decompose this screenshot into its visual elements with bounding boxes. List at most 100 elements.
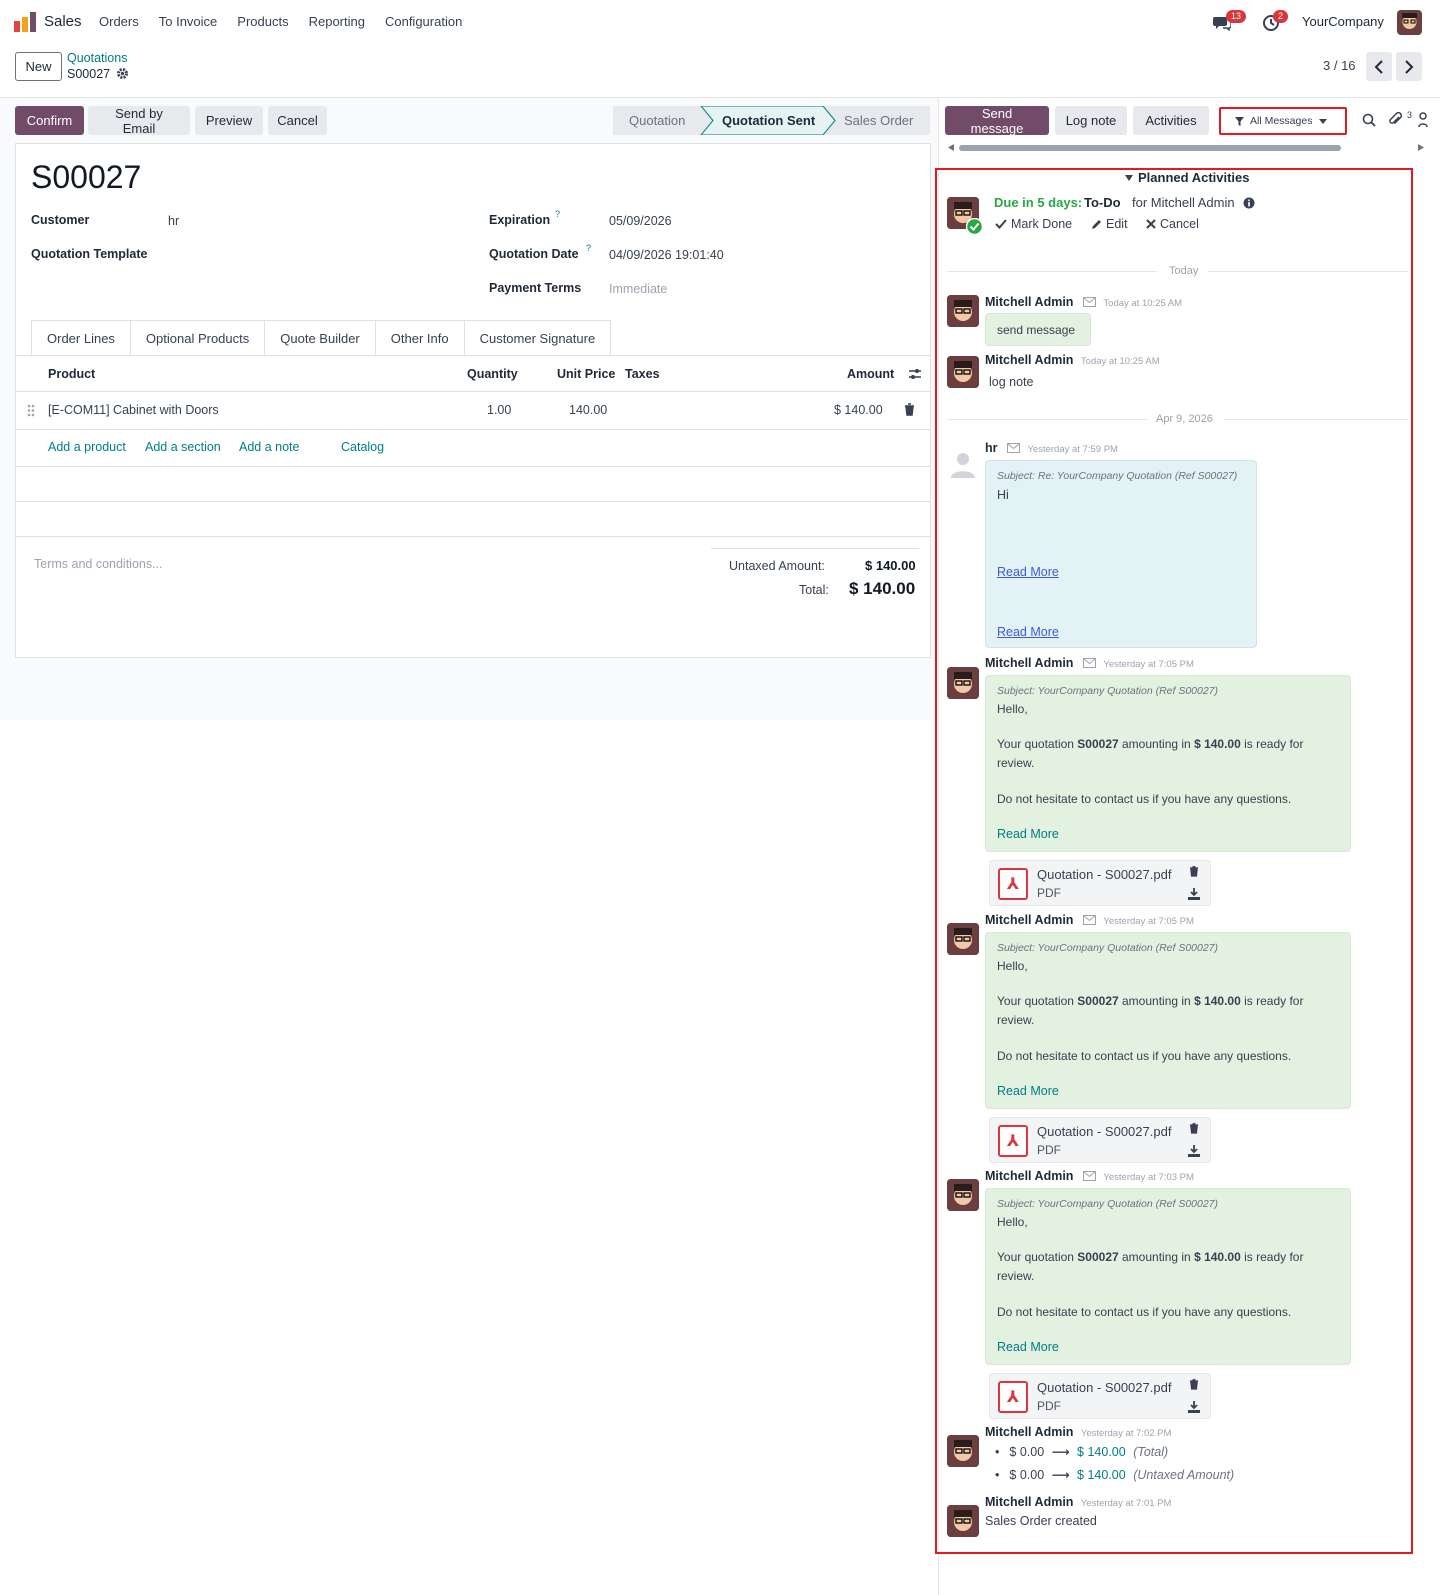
status-quotation-sent[interactable]: Quotation Sent [722, 113, 815, 128]
download-icon[interactable] [1188, 1145, 1200, 1157]
message-author[interactable]: Mitchell Admin [985, 1169, 1073, 1183]
customer-field[interactable]: hr [168, 214, 179, 228]
row-quantity[interactable]: 1.00 [487, 403, 511, 417]
menu-to-invoice[interactable]: To Invoice [159, 14, 218, 29]
message-author[interactable]: Mitchell Admin [985, 913, 1073, 927]
col-amount[interactable]: Amount [847, 367, 894, 381]
log-note-button[interactable]: Log note [1055, 106, 1127, 135]
table-row[interactable]: [E-COM11] Cabinet with Doors 1.00 140.00… [16, 392, 930, 429]
user-face-icon [947, 356, 979, 388]
read-more-link[interactable]: Read More [997, 1084, 1059, 1098]
quotation-date-help-icon[interactable]: ? [586, 243, 591, 253]
row-unit-price[interactable]: 140.00 [569, 403, 607, 417]
scroll-left-icon[interactable] [948, 144, 954, 151]
app-name[interactable]: Sales [44, 13, 82, 30]
apps-logo-icon[interactable] [14, 12, 36, 32]
add-product-link[interactable]: Add a product [48, 440, 126, 454]
pager-next-button[interactable] [1396, 52, 1422, 81]
message-author[interactable]: Mitchell Admin [985, 656, 1073, 670]
download-icon[interactable] [1188, 1401, 1200, 1413]
send-message-button[interactable]: Send message [945, 106, 1049, 136]
column-settings-icon[interactable] [908, 367, 922, 381]
attachment-card[interactable]: ⅄ Quotation - S00027.pdf PDF [989, 1373, 1211, 1419]
message-author[interactable]: Mitchell Admin [985, 1425, 1073, 1439]
mark-done-button[interactable]: Mark Done [995, 217, 1072, 231]
menu-reporting[interactable]: Reporting [309, 14, 365, 29]
message-avatar[interactable] [947, 1505, 979, 1537]
add-note-link[interactable]: Add a note [239, 440, 299, 454]
trash-icon[interactable] [1189, 866, 1199, 877]
scroll-right-icon[interactable] [1418, 144, 1424, 151]
quotation-date-field[interactable]: 04/09/2026 19:01:40 [609, 248, 724, 262]
search-icon[interactable] [1362, 113, 1376, 127]
quotation-template-field[interactable] [168, 244, 458, 266]
attachment-card[interactable]: ⅄ Quotation - S00027.pdf PDF [989, 1117, 1211, 1163]
message-filter-dropdown[interactable]: All Messages [1219, 107, 1347, 135]
message-paragraph: Your quotation S00027 amounting in $ 140… [997, 994, 1304, 1027]
trash-icon[interactable] [1189, 1379, 1199, 1390]
message-avatar[interactable] [947, 1179, 979, 1211]
confirm-button[interactable]: Confirm [15, 106, 84, 135]
message-author[interactable]: Mitchell Admin [985, 353, 1073, 367]
default-avatar-icon[interactable] [947, 448, 979, 480]
cancel-button[interactable]: Cancel [268, 106, 327, 135]
message-avatar[interactable] [947, 923, 979, 955]
menu-orders[interactable]: Orders [99, 14, 139, 29]
menu-products[interactable]: Products [237, 14, 288, 29]
follower-icon[interactable] [1418, 112, 1428, 128]
status-quotation[interactable]: Quotation [629, 113, 685, 128]
payment-terms-field[interactable]: Immediate [609, 282, 667, 296]
add-section-link[interactable]: Add a section [145, 440, 221, 454]
message-avatar[interactable] [947, 1435, 979, 1467]
read-more-link[interactable]: Read More [997, 625, 1059, 639]
read-more-link[interactable]: Read More [997, 827, 1059, 841]
horizontal-scrollbar[interactable] [948, 143, 1424, 152]
terms-conditions-field[interactable]: Terms and conditions... [34, 557, 163, 571]
col-product[interactable]: Product [48, 367, 95, 381]
edit-activity-button[interactable]: Edit [1091, 217, 1128, 231]
read-more-link[interactable]: Read More [997, 565, 1059, 579]
status-sales-order[interactable]: Sales Order [844, 113, 913, 128]
user-avatar[interactable] [1397, 10, 1422, 35]
trash-icon[interactable] [904, 403, 915, 416]
tab-other-info[interactable]: Other Info [375, 320, 465, 356]
message-author[interactable]: hr [985, 441, 998, 455]
catalog-link[interactable]: Catalog [341, 440, 384, 454]
activities-button[interactable]: Activities [1133, 106, 1209, 135]
expiration-help-icon[interactable]: ? [555, 209, 560, 219]
col-quantity[interactable]: Quantity [467, 367, 518, 381]
gear-icon[interactable] [116, 67, 129, 80]
new-button[interactable]: New [15, 52, 62, 81]
scrollbar-thumb[interactable] [959, 145, 1341, 151]
drag-handle-icon[interactable] [27, 404, 35, 417]
trash-icon[interactable] [1189, 1123, 1199, 1134]
paperclip-icon[interactable] [1388, 112, 1403, 128]
cancel-activity-button[interactable]: Cancel [1146, 217, 1199, 231]
tab-customer-signature[interactable]: Customer Signature [464, 320, 612, 356]
tab-order-lines[interactable]: Order Lines [31, 320, 131, 356]
menu-configuration[interactable]: Configuration [385, 14, 462, 29]
message-avatar[interactable] [947, 667, 979, 699]
message-author[interactable]: Mitchell Admin [985, 1495, 1073, 1509]
expiration-field[interactable]: 05/09/2026 [609, 214, 672, 228]
order-title[interactable]: S00027 [31, 159, 141, 196]
pager-value[interactable]: 3 / 16 [1323, 58, 1356, 73]
planned-activities-toggle[interactable]: Planned Activities [1125, 170, 1250, 185]
message-author[interactable]: Mitchell Admin [985, 295, 1073, 309]
col-taxes[interactable]: Taxes [625, 367, 660, 381]
row-product[interactable]: [E-COM11] Cabinet with Doors [48, 403, 219, 417]
download-icon[interactable] [1188, 888, 1200, 900]
col-unit-price[interactable]: Unit Price [557, 367, 615, 381]
attachment-card[interactable]: ⅄ Quotation - S00027.pdf PDF [989, 860, 1211, 906]
message-avatar[interactable] [947, 295, 979, 327]
message-avatar[interactable] [947, 356, 979, 388]
tab-quote-builder[interactable]: Quote Builder [265, 320, 376, 356]
info-icon[interactable] [1243, 197, 1255, 209]
send-by-email-button[interactable]: Send by Email [88, 106, 190, 136]
read-more-link[interactable]: Read More [997, 1340, 1059, 1354]
pager-previous-button[interactable] [1366, 52, 1392, 81]
breadcrumb-quotations[interactable]: Quotations [67, 51, 127, 65]
preview-button[interactable]: Preview [195, 106, 263, 135]
tab-optional-products[interactable]: Optional Products [130, 320, 266, 356]
company-switcher[interactable]: YourCompany [1302, 14, 1384, 29]
